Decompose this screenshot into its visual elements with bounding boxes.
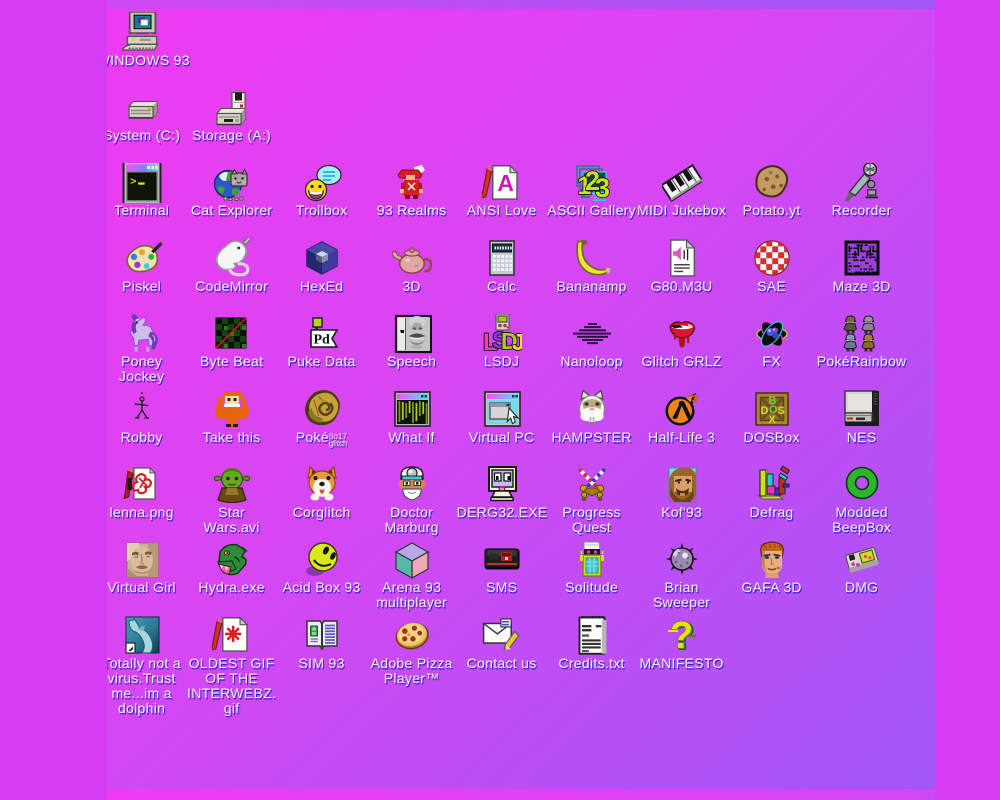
- svg-text:S: S: [777, 405, 784, 417]
- svg-text:D: D: [760, 405, 768, 417]
- svg-text:3: 3: [692, 394, 698, 405]
- svg-text:3: 3: [595, 173, 610, 203]
- svg-text:X: X: [768, 414, 776, 426]
- svg-text:A: A: [497, 170, 514, 196]
- svg-text:J: J: [512, 329, 522, 354]
- svg-text:>: >: [130, 175, 136, 187]
- svg-text:Pd: Pd: [313, 332, 330, 347]
